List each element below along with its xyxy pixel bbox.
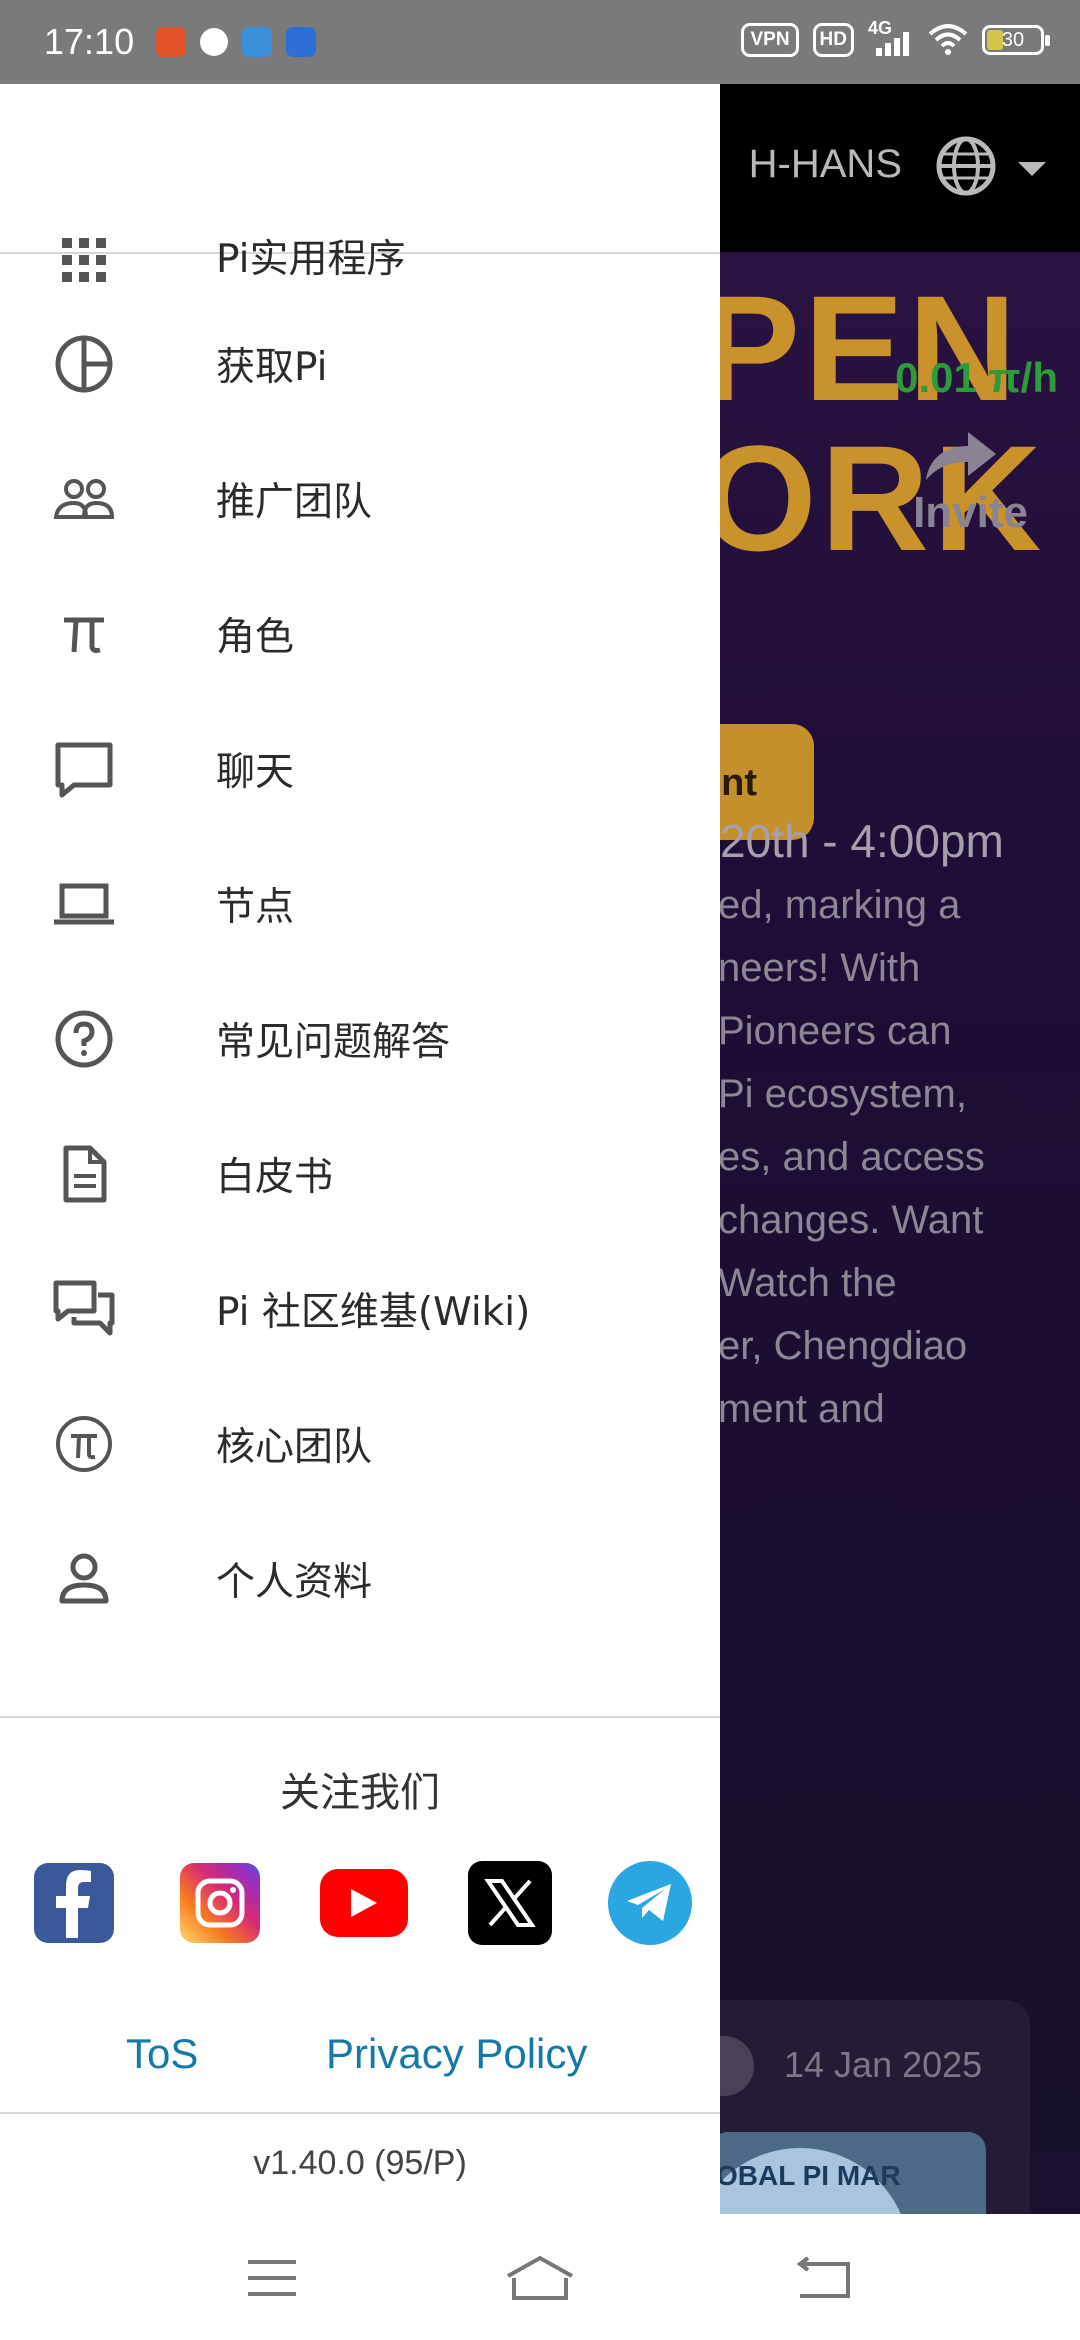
menu-item-label: 角色 (216, 614, 295, 660)
description-line: es, and access (718, 1135, 985, 1179)
follow-us-title: 关注我们 (280, 1770, 440, 1816)
chat-icon (48, 733, 120, 805)
pi-symbol-icon (48, 598, 120, 670)
home-icon[interactable] (504, 2250, 576, 2306)
mining-rate: 0.01 π/h (895, 354, 1058, 401)
menu-icon[interactable] (236, 2250, 308, 2306)
description-line: ed, marking a (718, 883, 961, 927)
description-line: Pioneers can (718, 1009, 952, 1053)
status-time: 17:10 (44, 21, 135, 62)
social-links (34, 1861, 694, 1947)
drawer-menu: Pi实用程序 获取Pi 推广团队 角色 聊天 节点 常见问题解答 白皮书 Pi … (0, 237, 720, 1646)
menu-item-profile[interactable]: 个人资料 (0, 1511, 720, 1646)
privacy-policy-link[interactable]: Privacy Policy (326, 2030, 587, 2078)
pi-circle-icon (48, 1408, 120, 1480)
hd-icon: HD (812, 23, 854, 57)
menu-item-label: 获取Pi (216, 344, 328, 390)
language-selector[interactable]: H-HANS (749, 142, 902, 187)
laptop-icon (48, 868, 120, 940)
signal-icon: 4G (868, 18, 914, 58)
menu-item-node[interactable]: 节点 (0, 836, 720, 971)
globe-icon[interactable] (934, 134, 998, 198)
event-description: ed, marking a neers! With Pioneers can P… (718, 874, 985, 1441)
document-icon (48, 1138, 120, 1210)
description-line: Pi ecosystem, (718, 1072, 967, 1116)
menu-item-label: Pi 社区维基(Wiki) (216, 1289, 531, 1335)
app-version: v1.40.0 (95/P) (253, 2144, 467, 2182)
vpn-icon: VPN (741, 23, 799, 57)
menu-item-faq[interactable]: 常见问题解答 (0, 971, 720, 1106)
back-icon[interactable] (788, 2250, 860, 2306)
divider (0, 1716, 720, 1718)
invite-label[interactable]: Invite (913, 488, 1028, 538)
forum-icon (48, 1273, 120, 1345)
baidu-icon (286, 27, 317, 57)
card-image: OBAL PI MAR (710, 2132, 986, 2214)
person-icon (48, 1543, 120, 1615)
menu-item-team[interactable]: 推广团队 (0, 431, 720, 566)
menu-item-chat[interactable]: 聊天 (0, 701, 720, 836)
share-arrow-icon[interactable] (916, 424, 1002, 488)
apps-grid-icon (48, 220, 120, 292)
system-nav-bar (0, 2214, 1080, 2340)
facebook-icon[interactable] (34, 1863, 114, 1943)
card-date: 14 Jan 2025 (784, 2044, 983, 2085)
menu-item-wiki[interactable]: Pi 社区维基(Wiki) (0, 1241, 720, 1376)
menu-item-label: 核心团队 (216, 1424, 373, 1470)
status-bar: 17:10 VPN HD 4G 30 (0, 0, 1080, 84)
description-line: changes. Want (718, 1198, 984, 1242)
hero-word-1: PEN (700, 264, 1021, 432)
description-line: ment and (718, 1387, 885, 1431)
telegram-icon[interactable] (608, 1861, 692, 1945)
description-line: er, Chengdiao (718, 1324, 968, 1368)
chevron-down-icon[interactable] (1018, 162, 1046, 176)
battery-level: 30 (1001, 29, 1025, 51)
play-icon (200, 28, 229, 56)
battery-fill (987, 30, 1003, 50)
instagram-icon[interactable] (180, 1863, 260, 1943)
menu-item-label: Pi实用程序 (216, 237, 406, 282)
notification-app-icon (156, 27, 187, 57)
description-line: neers! With (718, 946, 921, 990)
wifi-icon (928, 24, 968, 55)
menu-item-roles[interactable]: 角色 (0, 566, 720, 701)
help-circle-icon (48, 1003, 120, 1075)
event-time: 20th - 4:00pm (720, 815, 1004, 867)
tos-link[interactable]: ToS (126, 2030, 198, 2078)
divider (0, 2112, 720, 2114)
browser-icon (242, 27, 273, 57)
battery-icon: 30 (982, 25, 1050, 55)
x-twitter-icon[interactable] (468, 1861, 552, 1945)
description-line: Watch the (718, 1261, 897, 1305)
menu-item-label: 个人资料 (216, 1559, 373, 1605)
card-image-text: OBAL PI MAR (716, 2160, 901, 2191)
menu-item-label: 常见问题解答 (216, 1019, 451, 1065)
menu-item-earn-pi[interactable]: 获取Pi (0, 296, 720, 431)
pie-chart-icon (48, 328, 120, 400)
menu-item-label: 聊天 (216, 749, 295, 795)
youtube-icon[interactable] (320, 1869, 408, 1937)
menu-item-label: 节点 (216, 884, 295, 930)
menu-item-whitepaper[interactable]: 白皮书 (0, 1106, 720, 1241)
menu-item-utilities[interactable]: Pi实用程序 (0, 237, 720, 296)
menu-item-core-team[interactable]: 核心团队 (0, 1376, 720, 1511)
team-icon (48, 463, 120, 535)
navigation-drawer: Pi实用程序 获取Pi 推广团队 角色 聊天 节点 常见问题解答 白皮书 Pi … (0, 84, 720, 2214)
menu-item-label: 白皮书 (216, 1154, 334, 1200)
menu-item-label: 推广团队 (216, 479, 373, 525)
